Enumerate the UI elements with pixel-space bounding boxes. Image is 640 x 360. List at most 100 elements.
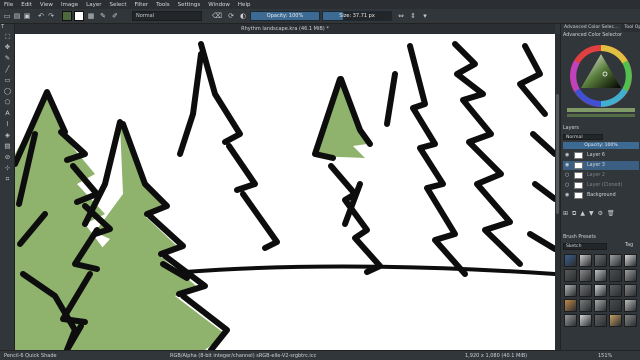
- brush-preset[interactable]: [579, 254, 592, 267]
- transform-icon[interactable]: ✥: [2, 43, 13, 51]
- menu-help[interactable]: Help: [234, 2, 255, 8]
- menu-file[interactable]: File: [0, 2, 17, 8]
- brush-preset[interactable]: [609, 284, 622, 297]
- status-zoom[interactable]: 151%: [598, 351, 612, 360]
- drawing-canvas[interactable]: [15, 34, 555, 350]
- menu-filter[interactable]: Filter: [130, 2, 152, 8]
- brush-preset[interactable]: [564, 269, 577, 282]
- document-title[interactable]: Rhythm landscape.kra (46.1 MiB) *: [15, 24, 555, 34]
- layer-name: Layer 3: [587, 163, 605, 168]
- status-bar: Pencil-6 Quick Shade RGB/Alpha (8-bit in…: [0, 350, 640, 360]
- preset-tag-select[interactable]: Sketch: [563, 243, 607, 250]
- brush-preset[interactable]: [624, 254, 637, 267]
- brush-preset[interactable]: [564, 254, 577, 267]
- layer-buttons: ⊞ ⧉ ▲ ▼ ⚙ 🗑: [563, 210, 639, 220]
- layer-row[interactable]: ◉ Layer 3: [563, 161, 639, 170]
- erase-mode-icon[interactable]: ⌫: [212, 11, 222, 21]
- assistant-icon[interactable]: ⊹: [2, 164, 13, 172]
- move-down-icon[interactable]: ▼: [589, 210, 594, 220]
- brush-preset[interactable]: [609, 254, 622, 267]
- menu-layer[interactable]: Layer: [82, 2, 105, 8]
- brush-preset[interactable]: [579, 269, 592, 282]
- dock-tab-1[interactable]: Tool Options: [621, 24, 640, 32]
- eye-open-icon[interactable]: ◉: [565, 151, 569, 160]
- menu-image[interactable]: Image: [57, 2, 82, 8]
- brush-preset[interactable]: [609, 299, 622, 312]
- duplicate-layer-icon[interactable]: ⧉: [572, 210, 576, 220]
- layer-row[interactable]: ○ Layer 2: [563, 171, 639, 180]
- brush-preset[interactable]: [564, 314, 577, 327]
- menu-view[interactable]: View: [36, 2, 57, 8]
- add-layer-icon[interactable]: ⊞: [563, 210, 568, 220]
- menu-edit[interactable]: Edit: [17, 2, 36, 8]
- brush-preset-icon[interactable]: ✎: [98, 11, 108, 21]
- undo-icon[interactable]: ↶: [36, 11, 46, 21]
- layer-row[interactable]: ◉ Background: [563, 191, 639, 200]
- eye-closed-icon[interactable]: ○: [565, 171, 569, 180]
- opacity-slider[interactable]: Opacity: 100%: [250, 11, 320, 21]
- gradient-icon[interactable]: ▤: [2, 142, 13, 150]
- brush-settings-icon[interactable]: ✐: [110, 11, 120, 21]
- move-up-icon[interactable]: ▲: [580, 210, 585, 220]
- color-selector-wheel[interactable]: [565, 40, 637, 120]
- eye-open-icon[interactable]: ◉: [565, 191, 569, 200]
- delete-layer-icon[interactable]: 🗑: [607, 210, 615, 220]
- polygon-icon[interactable]: ⬠: [2, 98, 13, 106]
- menu-tools[interactable]: Tools: [152, 2, 174, 8]
- eye-closed-icon[interactable]: ○: [565, 181, 569, 190]
- menu-settings[interactable]: Settings: [174, 2, 205, 8]
- layer-row[interactable]: ○ Layer (Cloned): [563, 181, 639, 190]
- brush-preset[interactable]: [579, 314, 592, 327]
- menu-window[interactable]: Window: [204, 2, 234, 8]
- scrollbar-thumb[interactable]: [556, 94, 559, 214]
- new-document-icon[interactable]: ▭: [2, 11, 12, 21]
- layer-thumbnail: [574, 152, 583, 159]
- brush-preset[interactable]: [624, 269, 637, 282]
- brush-preset[interactable]: [564, 284, 577, 297]
- background-color-swatch[interactable]: [74, 11, 84, 21]
- reload-preset-icon[interactable]: ⟳: [226, 11, 236, 21]
- alpha-lock-icon[interactable]: ◐: [238, 11, 248, 21]
- crop-icon[interactable]: ⌗: [2, 175, 13, 183]
- layer-opacity-slider[interactable]: Opacity: 100%: [563, 142, 639, 149]
- brush-preset[interactable]: [609, 269, 622, 282]
- brush-preset[interactable]: [579, 284, 592, 297]
- blend-mode-select[interactable]: Normal: [132, 11, 202, 21]
- rectangle-icon[interactable]: ▭: [2, 76, 13, 84]
- brush-preset[interactable]: [594, 284, 607, 297]
- size-slider[interactable]: Size: 37.71 px: [322, 11, 392, 21]
- menu-select[interactable]: Select: [106, 2, 131, 8]
- brush-preset[interactable]: [624, 299, 637, 312]
- brush-icon[interactable]: ✎: [2, 54, 13, 62]
- text-icon[interactable]: A: [2, 109, 13, 117]
- redo-icon[interactable]: ↷: [46, 11, 56, 21]
- brush-preset[interactable]: [564, 299, 577, 312]
- layer-thumbnail: [574, 162, 583, 169]
- foreground-color-swatch[interactable]: [62, 11, 72, 21]
- brush-preset[interactable]: [624, 284, 637, 297]
- layer-blend-select[interactable]: Normal: [563, 134, 603, 140]
- save-icon[interactable]: ▣: [22, 11, 32, 21]
- brush-preset[interactable]: [594, 314, 607, 327]
- pattern-icon[interactable]: ▦: [86, 11, 96, 21]
- brush-preset[interactable]: [579, 299, 592, 312]
- brush-preset[interactable]: [594, 299, 607, 312]
- wrap-around-icon[interactable]: ▾: [420, 11, 430, 21]
- brush-preset[interactable]: [609, 314, 622, 327]
- mirror-horizontal-icon[interactable]: ⇔: [396, 11, 406, 21]
- mirror-vertical-icon[interactable]: ⇕: [408, 11, 418, 21]
- brush-preset[interactable]: [624, 314, 637, 327]
- line-icon[interactable]: ╱: [2, 65, 13, 73]
- fill-icon[interactable]: ◈: [2, 131, 13, 139]
- ellipse-icon[interactable]: ◯: [2, 87, 13, 95]
- path-icon[interactable]: ⌇: [2, 120, 13, 128]
- eye-open-icon[interactable]: ◉: [565, 161, 569, 170]
- brush-preset[interactable]: [594, 269, 607, 282]
- layer-properties-icon[interactable]: ⚙: [598, 210, 603, 220]
- brush-preset[interactable]: [594, 254, 607, 267]
- eyedropper-icon[interactable]: ⊘: [2, 153, 13, 161]
- select-icon[interactable]: ⬚: [2, 32, 13, 40]
- layer-row[interactable]: ◉ Layer 6: [563, 151, 639, 160]
- dock-tab-0[interactable]: Advanced Color Selec...: [561, 24, 622, 32]
- open-document-icon[interactable]: ▤: [12, 11, 22, 21]
